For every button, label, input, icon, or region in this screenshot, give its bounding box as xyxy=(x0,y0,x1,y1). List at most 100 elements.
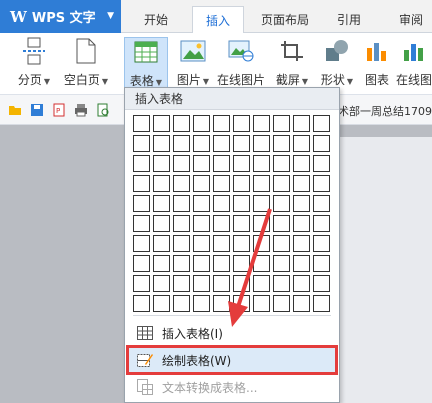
online-picture-button[interactable]: 在线图片 xyxy=(215,37,267,91)
table-grid-cell[interactable] xyxy=(313,215,330,232)
table-grid-cell[interactable] xyxy=(213,235,230,252)
table-grid-cell[interactable] xyxy=(153,275,170,292)
table-grid-cell[interactable] xyxy=(253,295,270,312)
table-grid-cell[interactable] xyxy=(153,295,170,312)
blank-page-button[interactable]: 空白页 ▼ xyxy=(58,37,114,91)
table-grid-cell[interactable] xyxy=(153,175,170,192)
export-pdf-icon[interactable]: P xyxy=(52,103,66,117)
table-grid-cell[interactable] xyxy=(173,235,190,252)
print-icon[interactable] xyxy=(74,103,88,117)
table-grid-cell[interactable] xyxy=(253,235,270,252)
table-grid-cell[interactable] xyxy=(233,275,250,292)
tab-page-layout[interactable]: 页面布局 xyxy=(255,6,315,33)
table-grid-cell[interactable] xyxy=(133,275,150,292)
table-grid-cell[interactable] xyxy=(253,175,270,192)
table-grid-cell[interactable] xyxy=(233,175,250,192)
table-grid-cell[interactable] xyxy=(313,235,330,252)
table-grid-cell[interactable] xyxy=(133,115,150,132)
table-grid-cell[interactable] xyxy=(193,275,210,292)
table-grid-cell[interactable] xyxy=(173,195,190,212)
table-grid-cell[interactable] xyxy=(293,215,310,232)
table-grid-cell[interactable] xyxy=(153,215,170,232)
table-grid-cell[interactable] xyxy=(213,155,230,172)
table-grid-cell[interactable] xyxy=(313,115,330,132)
table-grid-cell[interactable] xyxy=(193,235,210,252)
table-grid-cell[interactable] xyxy=(153,235,170,252)
table-grid-cell[interactable] xyxy=(253,195,270,212)
table-grid-cell[interactable] xyxy=(193,155,210,172)
draw-table-menu-item[interactable]: 绘制表格(W) xyxy=(126,345,338,375)
table-grid-cell[interactable] xyxy=(173,295,190,312)
table-grid-cell[interactable] xyxy=(133,155,150,172)
table-grid-cell[interactable] xyxy=(153,135,170,152)
table-grid-cell[interactable] xyxy=(293,295,310,312)
table-grid-cell[interactable] xyxy=(293,155,310,172)
table-grid-cell[interactable] xyxy=(153,255,170,272)
table-grid-cell[interactable] xyxy=(133,295,150,312)
tab-home[interactable]: 开始 xyxy=(132,6,180,33)
document-title-tab[interactable]: 术部一周总结1709 xyxy=(338,103,432,119)
table-grid-cell[interactable] xyxy=(173,255,190,272)
table-grid-cell[interactable] xyxy=(313,255,330,272)
table-button[interactable]: 表格 ▼ xyxy=(124,37,168,91)
table-grid-cell[interactable] xyxy=(253,135,270,152)
table-grid-cell[interactable] xyxy=(233,135,250,152)
table-grid-cell[interactable] xyxy=(133,255,150,272)
table-grid-cell[interactable] xyxy=(313,135,330,152)
table-grid-cell[interactable] xyxy=(133,175,150,192)
table-grid-cell[interactable] xyxy=(313,155,330,172)
table-grid-cell[interactable] xyxy=(193,175,210,192)
table-grid-cell[interactable] xyxy=(253,275,270,292)
table-grid-cell[interactable] xyxy=(273,255,290,272)
table-grid-cell[interactable] xyxy=(313,175,330,192)
table-grid-cell[interactable] xyxy=(193,115,210,132)
table-grid-cell[interactable] xyxy=(193,195,210,212)
table-grid-cell[interactable] xyxy=(173,115,190,132)
table-grid-cell[interactable] xyxy=(133,215,150,232)
table-grid-cell[interactable] xyxy=(213,195,230,212)
chart-button[interactable]: 图表 xyxy=(360,37,394,91)
table-grid-cell[interactable] xyxy=(193,295,210,312)
table-grid-cell[interactable] xyxy=(233,255,250,272)
table-grid-cell[interactable] xyxy=(213,115,230,132)
table-grid-cell[interactable] xyxy=(293,235,310,252)
document-page[interactable] xyxy=(340,137,432,403)
online-chart-button[interactable]: 在线图 xyxy=(396,37,432,91)
table-grid-cell[interactable] xyxy=(213,255,230,272)
table-grid-cell[interactable] xyxy=(213,175,230,192)
table-grid-cell[interactable] xyxy=(173,275,190,292)
table-grid-cell[interactable] xyxy=(233,235,250,252)
table-grid-cell[interactable] xyxy=(273,115,290,132)
picture-button[interactable]: 图片 ▼ xyxy=(172,37,214,91)
table-grid-cell[interactable] xyxy=(293,135,310,152)
save-icon[interactable] xyxy=(30,103,44,117)
table-grid-cell[interactable] xyxy=(133,235,150,252)
table-grid-cell[interactable] xyxy=(173,135,190,152)
table-grid-cell[interactable] xyxy=(153,195,170,212)
tab-references[interactable]: 引用 xyxy=(327,6,371,33)
table-grid-cell[interactable] xyxy=(273,295,290,312)
text-to-table-menu-item[interactable]: 文本转换成表格... xyxy=(129,375,335,399)
table-grid-cell[interactable] xyxy=(153,155,170,172)
table-grid-cell[interactable] xyxy=(293,255,310,272)
table-grid-cell[interactable] xyxy=(153,115,170,132)
table-grid-cell[interactable] xyxy=(313,295,330,312)
table-grid-cell[interactable] xyxy=(173,175,190,192)
table-grid-cell[interactable] xyxy=(173,155,190,172)
screenshot-button[interactable]: 截屏 ▼ xyxy=(272,37,312,91)
table-grid-cell[interactable] xyxy=(293,115,310,132)
table-grid-cell[interactable] xyxy=(233,115,250,132)
table-grid-cell[interactable] xyxy=(193,255,210,272)
table-grid-cell[interactable] xyxy=(213,295,230,312)
table-grid-cell[interactable] xyxy=(273,135,290,152)
table-grid-cell[interactable] xyxy=(233,295,250,312)
table-grid-cell[interactable] xyxy=(313,195,330,212)
table-grid-cell[interactable] xyxy=(273,175,290,192)
table-grid-cell[interactable] xyxy=(293,195,310,212)
wps-app-menu-button[interactable]: W WPS 文字 ▼ xyxy=(0,0,121,33)
table-grid-cell[interactable] xyxy=(273,275,290,292)
tab-insert[interactable]: 插入 xyxy=(192,6,244,34)
table-grid-cell[interactable] xyxy=(273,155,290,172)
table-grid-cell[interactable] xyxy=(193,135,210,152)
table-grid-cell[interactable] xyxy=(233,155,250,172)
